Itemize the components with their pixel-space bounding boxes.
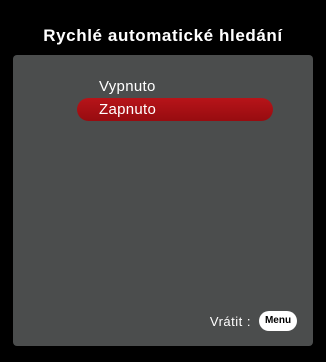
back-label: Vrátit :: [209, 313, 251, 329]
footer-hint: Vrátit : Menu: [210, 310, 297, 332]
option-zapnuto[interactable]: Zapnuto: [77, 98, 273, 121]
menu-key-icon[interactable]: Menu: [259, 311, 297, 331]
option-list: Vypnuto Zapnuto: [13, 55, 313, 346]
osd-panel: Vypnuto Zapnuto Vrátit : Menu: [13, 55, 313, 346]
option-vypnuto[interactable]: Vypnuto: [77, 75, 273, 98]
osd-window: Rychlé automatické hledání Vypnuto Zapnu…: [0, 0, 326, 362]
osd-title: Rychlé automatické hledání: [43, 26, 283, 45]
